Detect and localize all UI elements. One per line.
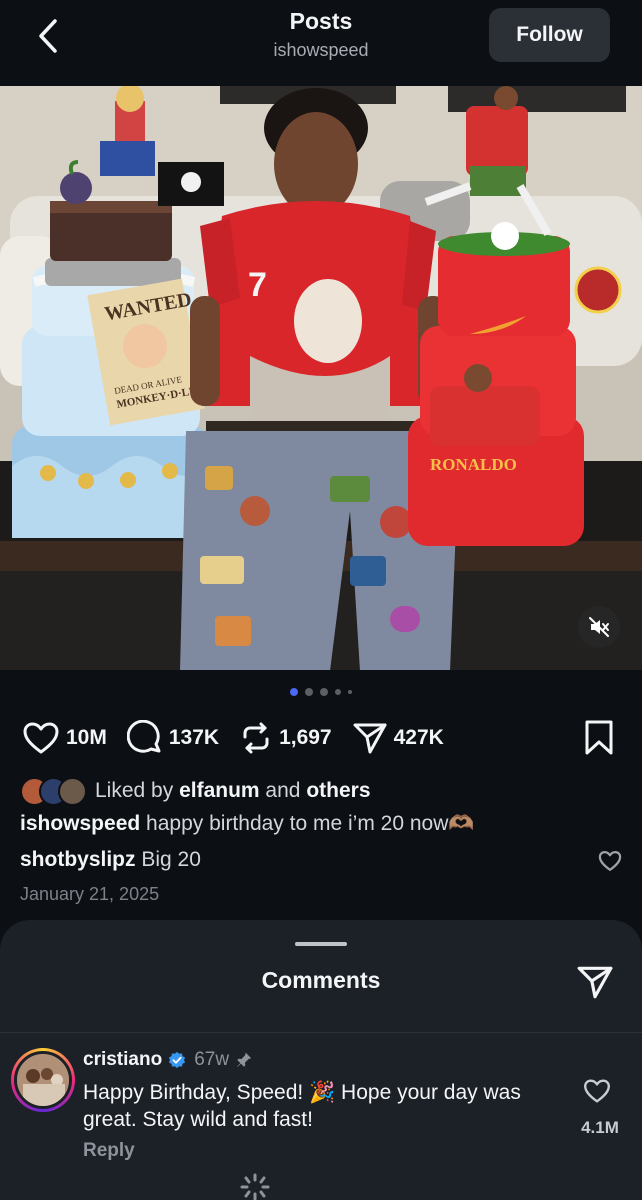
comment-like-button[interactable]: [583, 1078, 611, 1104]
shirt-number: 7: [248, 266, 267, 304]
preview-comment-username[interactable]: shotbyslipz: [20, 848, 136, 871]
pin-icon: [237, 1052, 252, 1067]
heart-icon: [598, 851, 622, 871]
comment-header: cristiano 67w: [83, 1049, 253, 1071]
carousel-dot: [320, 688, 328, 696]
liked-by-avatars: [20, 776, 87, 806]
carousel-indicator: [0, 688, 642, 696]
comments-title: Comments: [261, 967, 381, 993]
repost-icon: [243, 722, 269, 754]
heart-icon: [584, 1079, 610, 1103]
post-media[interactable]: WANTED DEAD OR ALIVE MONKEY·D·LUFFY 7 RO…: [0, 86, 642, 670]
liked-by-row[interactable]: Liked by elfanum and others: [20, 776, 371, 806]
caption-username[interactable]: ishowspeed: [20, 812, 140, 835]
reply-button[interactable]: Reply: [83, 1140, 135, 1162]
avatar: [14, 1051, 72, 1109]
comment-time: 67w: [194, 1049, 230, 1070]
comment-text: Happy Birthday, Speed! 🎉 Hope your day w…: [83, 1081, 521, 1131]
verified-badge-icon: [169, 1051, 186, 1069]
carousel-dot: [335, 689, 341, 695]
sheet-grabber[interactable]: [295, 942, 347, 946]
post-caption: ishowspeed happy birthday to me i’m 20 n…: [20, 812, 475, 836]
liked-by-others[interactable]: others: [306, 779, 370, 803]
caption-text: happy birthday to me i’m 20 now🫶🏽: [146, 812, 475, 835]
follow-button[interactable]: Follow: [489, 8, 610, 62]
like-count: 10M: [66, 726, 107, 749]
mute-button[interactable]: [578, 606, 620, 648]
like-button[interactable]: 10M: [22, 721, 107, 755]
repost-count: 1,697: [279, 726, 332, 749]
liked-by-user[interactable]: elfanum: [179, 779, 260, 803]
avatar-photo: [17, 1054, 69, 1106]
comment-count: 137K: [168, 726, 220, 749]
muted-speaker-icon: [589, 617, 609, 637]
preview-comment: shotbyslipz Big 20: [20, 848, 201, 872]
loading-spinner-icon: [240, 1173, 270, 1200]
preview-comment-like-button[interactable]: [598, 850, 622, 874]
paper-plane-icon: [353, 723, 387, 754]
carousel-dot: [348, 690, 352, 694]
post-actions: 10M 137K 1,697 427K: [22, 718, 464, 758]
share-button[interactable]: 427K: [352, 721, 444, 755]
comment-like-count: 4.1M: [581, 1118, 619, 1137]
liked-by-prefix: Liked by: [95, 779, 174, 802]
share-count: 427K: [393, 726, 444, 749]
repost-button[interactable]: 1,697: [239, 721, 332, 755]
paper-plane-icon: [577, 966, 613, 999]
heart-icon: [23, 722, 59, 754]
comments-sheet: Comments cristiano 67w Happy Birthday, S…: [0, 920, 642, 1200]
bookmark-icon: [585, 720, 613, 755]
comments-share-button[interactable]: [576, 964, 614, 1000]
comment-button[interactable]: 137K: [126, 720, 220, 756]
comment-username[interactable]: cristiano: [83, 1049, 162, 1071]
avatar: [58, 776, 87, 806]
divider: [0, 1032, 642, 1033]
cake-ronaldo-text: RONALDO: [430, 455, 517, 474]
post-photo: WANTED DEAD OR ALIVE MONKEY·D·LUFFY 7 RO…: [0, 86, 642, 670]
header-bar: Posts ishowspeed Follow: [0, 0, 642, 86]
carousel-dot: [305, 688, 313, 696]
preview-comment-text: Big 20: [141, 848, 201, 871]
save-button[interactable]: [582, 719, 616, 757]
carousel-dot-active: [290, 688, 298, 696]
comment-avatar[interactable]: [11, 1048, 75, 1112]
post-date: January 21, 2025: [20, 884, 160, 904]
liked-by-connector: and: [265, 779, 301, 802]
comment-bubble-icon: [126, 720, 161, 753]
